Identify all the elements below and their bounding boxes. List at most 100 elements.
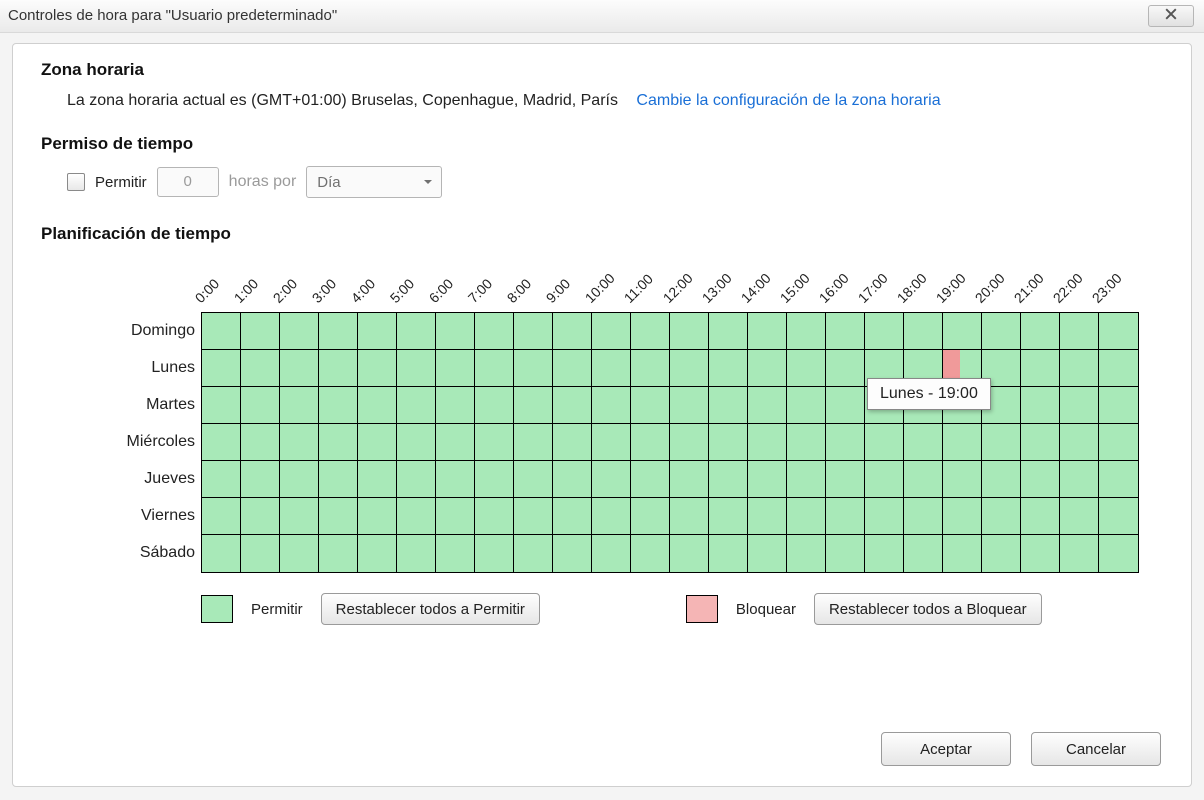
schedule-cell[interactable] [787,350,826,387]
schedule-cell[interactable] [202,535,241,572]
change-timezone-link[interactable]: Cambie la configuración de la zona horar… [636,92,940,109]
schedule-cell[interactable] [358,387,397,424]
schedule-cell[interactable] [631,387,670,424]
schedule-cell[interactable] [358,535,397,572]
schedule-cell[interactable] [280,387,319,424]
schedule-cell[interactable] [1021,424,1060,461]
schedule-cell[interactable] [241,535,280,572]
schedule-cell[interactable] [748,535,787,572]
schedule-cell[interactable] [397,535,436,572]
schedule-cell[interactable] [865,535,904,572]
schedule-cell[interactable] [709,424,748,461]
schedule-cell[interactable] [553,424,592,461]
schedule-cell[interactable] [670,498,709,535]
schedule-cell[interactable] [748,387,787,424]
schedule-cell[interactable] [280,535,319,572]
schedule-cell[interactable] [865,424,904,461]
schedule-cell[interactable] [397,498,436,535]
schedule-cell[interactable] [787,498,826,535]
cancel-button[interactable]: Cancelar [1031,732,1161,766]
schedule-cell[interactable] [982,313,1021,350]
schedule-cell[interactable] [514,535,553,572]
schedule-cell[interactable] [982,461,1021,498]
schedule-cell[interactable] [1099,461,1138,498]
schedule-cell[interactable] [748,498,787,535]
schedule-cell[interactable] [475,350,514,387]
schedule-cell[interactable] [475,535,514,572]
schedule-cell[interactable] [553,313,592,350]
schedule-cell[interactable] [709,498,748,535]
schedule-cell[interactable] [826,387,865,424]
schedule-cell[interactable] [475,313,514,350]
schedule-cell[interactable] [904,535,943,572]
schedule-grid[interactable] [201,312,1139,573]
schedule-cell[interactable] [514,350,553,387]
schedule-cell[interactable] [319,387,358,424]
schedule-cell[interactable] [631,424,670,461]
schedule-cell[interactable] [631,535,670,572]
schedule-cell[interactable] [319,313,358,350]
schedule-cell[interactable] [1060,387,1099,424]
schedule-cell[interactable] [319,461,358,498]
schedule-cell[interactable] [514,387,553,424]
schedule-cell[interactable] [631,498,670,535]
schedule-cell[interactable] [514,498,553,535]
schedule-cell[interactable] [202,350,241,387]
schedule-cell[interactable] [202,498,241,535]
schedule-cell[interactable] [202,424,241,461]
schedule-cell[interactable] [1021,498,1060,535]
schedule-cell[interactable] [748,350,787,387]
schedule-cell[interactable] [826,535,865,572]
schedule-cell[interactable] [592,313,631,350]
schedule-cell[interactable] [631,461,670,498]
reset-all-block-button[interactable]: Restablecer todos a Bloquear [814,593,1042,625]
schedule-cell[interactable] [904,424,943,461]
schedule-cell[interactable] [1099,498,1138,535]
schedule-cell[interactable] [670,461,709,498]
schedule-cell[interactable] [982,424,1021,461]
schedule-cell[interactable] [1060,350,1099,387]
schedule-cell[interactable] [709,387,748,424]
schedule-cell[interactable] [436,535,475,572]
schedule-cell[interactable] [553,498,592,535]
schedule-cell[interactable] [475,424,514,461]
schedule-cell[interactable] [202,387,241,424]
schedule-cell[interactable] [943,424,982,461]
schedule-cell[interactable] [358,461,397,498]
schedule-cell[interactable] [904,461,943,498]
schedule-cell[interactable] [436,498,475,535]
schedule-cell[interactable] [592,461,631,498]
schedule-cell[interactable] [943,461,982,498]
schedule-cell[interactable] [592,424,631,461]
schedule-cell[interactable] [202,461,241,498]
schedule-cell[interactable] [553,387,592,424]
schedule-cell[interactable] [1099,387,1138,424]
schedule-cell[interactable] [631,313,670,350]
schedule-cell[interactable] [1099,350,1138,387]
schedule-cell[interactable] [1021,387,1060,424]
schedule-cell[interactable] [592,350,631,387]
schedule-cell[interactable] [670,350,709,387]
schedule-cell[interactable] [475,387,514,424]
schedule-cell[interactable] [592,387,631,424]
schedule-cell[interactable] [241,387,280,424]
schedule-cell[interactable] [943,535,982,572]
schedule-cell[interactable] [280,461,319,498]
schedule-cell[interactable] [709,313,748,350]
schedule-cell[interactable] [904,313,943,350]
schedule-cell[interactable] [358,313,397,350]
accept-button[interactable]: Aceptar [881,732,1011,766]
schedule-cell[interactable] [319,350,358,387]
schedule-cell[interactable] [436,424,475,461]
reset-all-allow-button[interactable]: Restablecer todos a Permitir [321,593,540,625]
schedule-cell[interactable] [319,498,358,535]
schedule-cell[interactable] [787,461,826,498]
schedule-cell[interactable] [280,350,319,387]
schedule-cell[interactable] [748,424,787,461]
close-button[interactable] [1148,5,1194,27]
schedule-cell[interactable] [1060,498,1099,535]
schedule-cell[interactable] [709,535,748,572]
schedule-cell[interactable] [865,313,904,350]
schedule-cell[interactable] [319,535,358,572]
hours-input[interactable]: 0 [157,167,219,197]
